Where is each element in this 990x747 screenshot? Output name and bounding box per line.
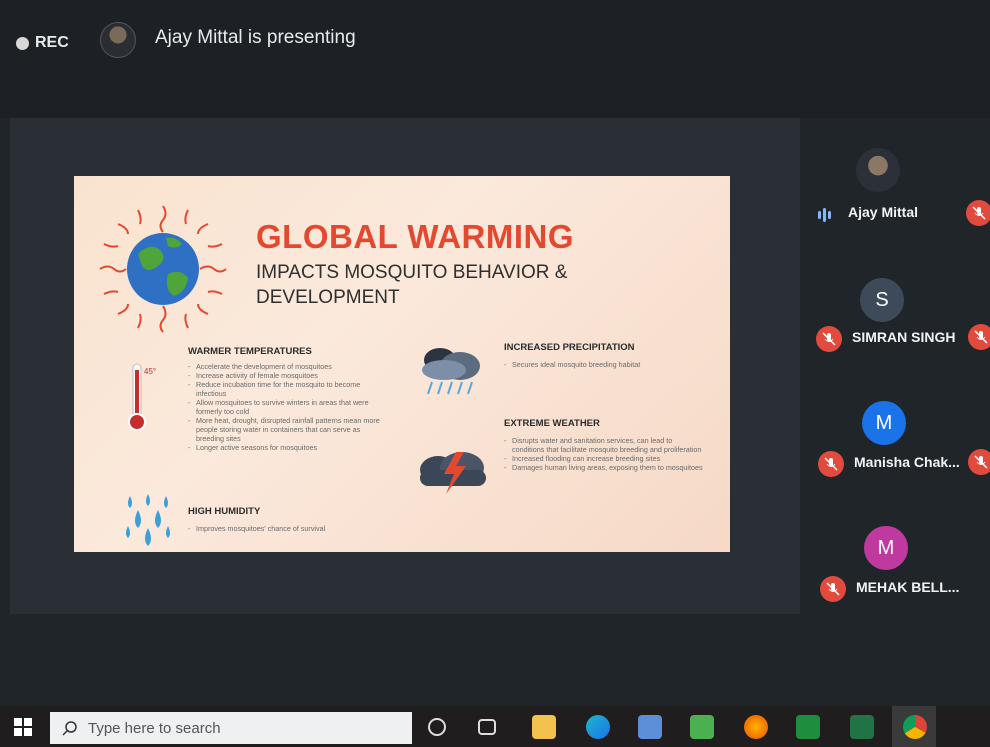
extreme-weather-heading: EXTREME WEATHER [504,418,600,429]
avatar: S [860,278,904,322]
rain-cloud-icon [422,348,480,395]
precipitation-heading: INCREASED PRECIPITATION [504,342,635,353]
list-item: Accelerate the development of mosquitoes [188,362,384,371]
participant-name: Ajay Mittal [848,204,919,220]
avatar: M [862,401,906,445]
list-item: Disrupts water and sanitation services, … [504,436,704,454]
windows-start-icon[interactable] [14,718,32,736]
excel-icon[interactable] [850,715,874,739]
docs-icon[interactable] [796,715,820,739]
cortana-icon[interactable] [428,718,446,736]
recording-indicator: REC [16,34,69,52]
list-item: Damages human living areas, exposing the… [504,463,704,472]
participant-name: MEHAK BELL... [856,579,960,595]
task-view-icon[interactable] [478,719,496,735]
participant-tile-manisha[interactable]: M Manisha Chak... [808,395,990,490]
mic-off-icon [820,576,846,602]
mic-off-icon [968,324,990,350]
participant-name: Manisha Chak... [854,454,960,470]
chrome-icon[interactable] [903,715,927,739]
warmer-bullets: Accelerate the development of mosquitoes… [188,362,384,452]
humidity-bullets: Improves mosquitoes' chance of survival [188,524,384,533]
avatar [856,148,900,192]
mic-off-icon [818,451,844,477]
temperature-label: 45° [144,367,157,376]
windows-taskbar: Type here to search [0,706,990,747]
slide-title: GLOBAL WARMING [256,218,575,255]
precipitation-bullets: Secures ideal mosquito breeding habitat [504,360,664,369]
participant-tile-simran[interactable]: S SIMRAN SINGH [808,270,990,365]
record-dot-icon [16,36,29,50]
app-icon[interactable] [690,715,714,739]
list-item: Secures ideal mosquito breeding habitat [504,360,664,369]
firefox-icon[interactable] [744,715,768,739]
rec-label: REC [35,34,69,51]
list-item: Improves mosquitoes' chance of survival [188,524,384,533]
participant-name: SIMRAN SINGH [852,329,956,345]
list-item: Longer active seasons for mosquitoes [188,443,384,452]
extreme-weather-bullets: Disrupts water and sanitation services, … [504,436,704,472]
mic-off-icon [966,200,990,226]
store-icon[interactable] [638,715,662,739]
mic-off-icon [816,326,842,352]
search-placeholder: Type here to search [88,719,221,737]
presenting-label: Ajay Mittal is presenting [155,27,356,48]
water-drops-icon [126,494,170,546]
warmer-heading: WARMER TEMPERATURES [188,346,312,357]
list-item: Increase activity of female mosquitoes [188,371,384,380]
meeting-header: REC Ajay Mittal is presenting [0,0,990,118]
participant-tile-ajay[interactable]: Ajay Mittal [808,140,990,235]
speaking-indicator-icon [818,208,831,222]
avatar: M [864,526,908,570]
list-item: Allow mosquitoes to survive winters in a… [188,398,384,416]
humidity-heading: HIGH HUMIDITY [188,506,261,517]
list-item: Reduce incubation time for the mosquito … [188,380,384,398]
search-icon [62,721,77,736]
list-item: More heat, drought, disrupted rainfall p… [188,416,384,443]
sun-globe-icon [99,205,227,333]
slide-subtitle: IMPACTS MOSQUITO BEHAVIOR & DEVELOPMENT [256,262,568,308]
presented-slide: GLOBAL WARMING IMPACTS MOSQUITO BEHAVIOR… [74,176,730,552]
participant-tile-mehak[interactable]: M MEHAK BELL... [808,520,990,610]
storm-cloud-icon [420,452,486,494]
list-item: Increased flooding can increase breeding… [504,454,704,463]
file-explorer-icon[interactable] [532,715,556,739]
edge-icon[interactable] [586,715,610,739]
presenter-avatar [100,22,136,58]
mic-off-icon [968,449,990,475]
taskbar-search-box[interactable]: Type here to search [50,712,412,744]
